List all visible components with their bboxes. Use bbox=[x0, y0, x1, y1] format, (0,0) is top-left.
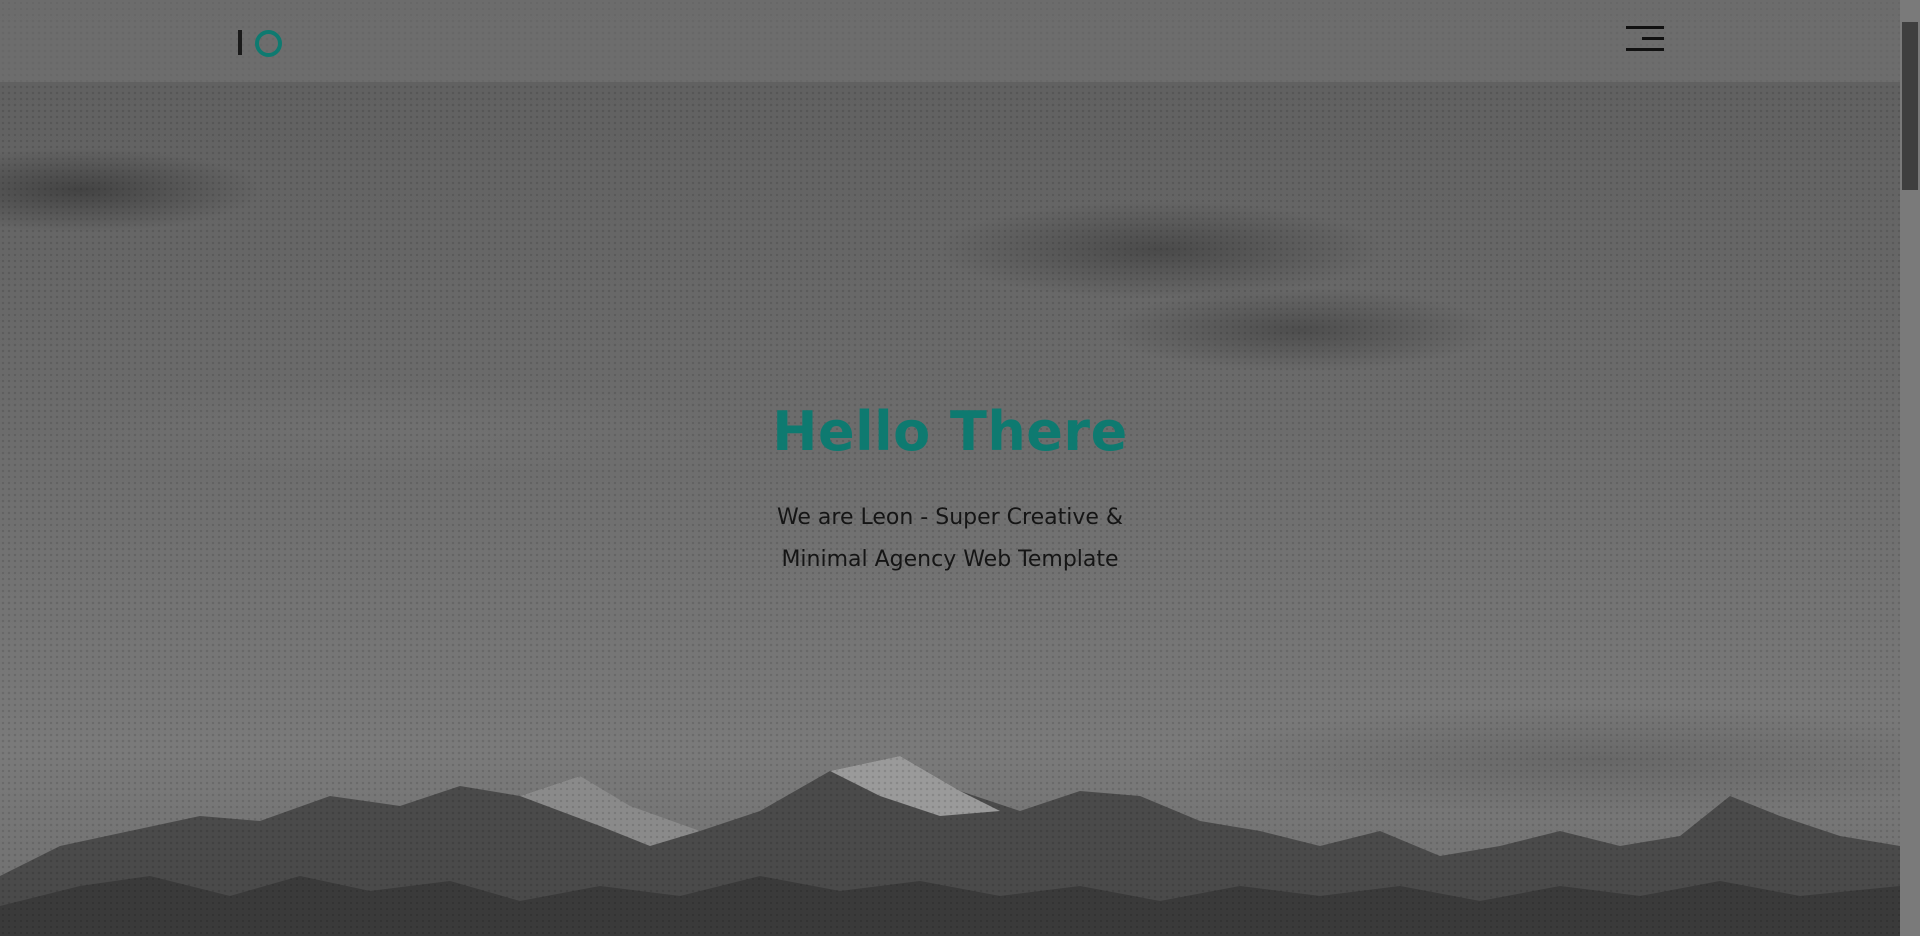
hero-title: Hello There bbox=[772, 400, 1128, 463]
hero-subtitle: We are Leon - Super Creative & Minimal A… bbox=[0, 497, 1900, 581]
scrollbar-thumb[interactable] bbox=[1902, 22, 1918, 190]
io-logo-icon[interactable] bbox=[238, 28, 284, 58]
logo-ring bbox=[255, 30, 282, 57]
hero-subtitle-line-1: We are Leon - Super Creative & bbox=[776, 505, 1124, 530]
menu-line-bottom bbox=[1626, 48, 1664, 51]
hero-subtitle-line-2: Minimal Agency Web Template bbox=[781, 547, 1119, 572]
site-header bbox=[0, 0, 1900, 82]
mountain-range-image bbox=[0, 756, 1900, 936]
logo-bar bbox=[238, 30, 242, 55]
page-scrollbar[interactable] bbox=[1900, 0, 1920, 936]
hamburger-menu-icon[interactable] bbox=[1624, 26, 1664, 54]
menu-line-top bbox=[1626, 26, 1664, 29]
menu-line-middle bbox=[1642, 37, 1664, 40]
hero-content: Hello There We are Leon - Super Creative… bbox=[0, 400, 1900, 581]
